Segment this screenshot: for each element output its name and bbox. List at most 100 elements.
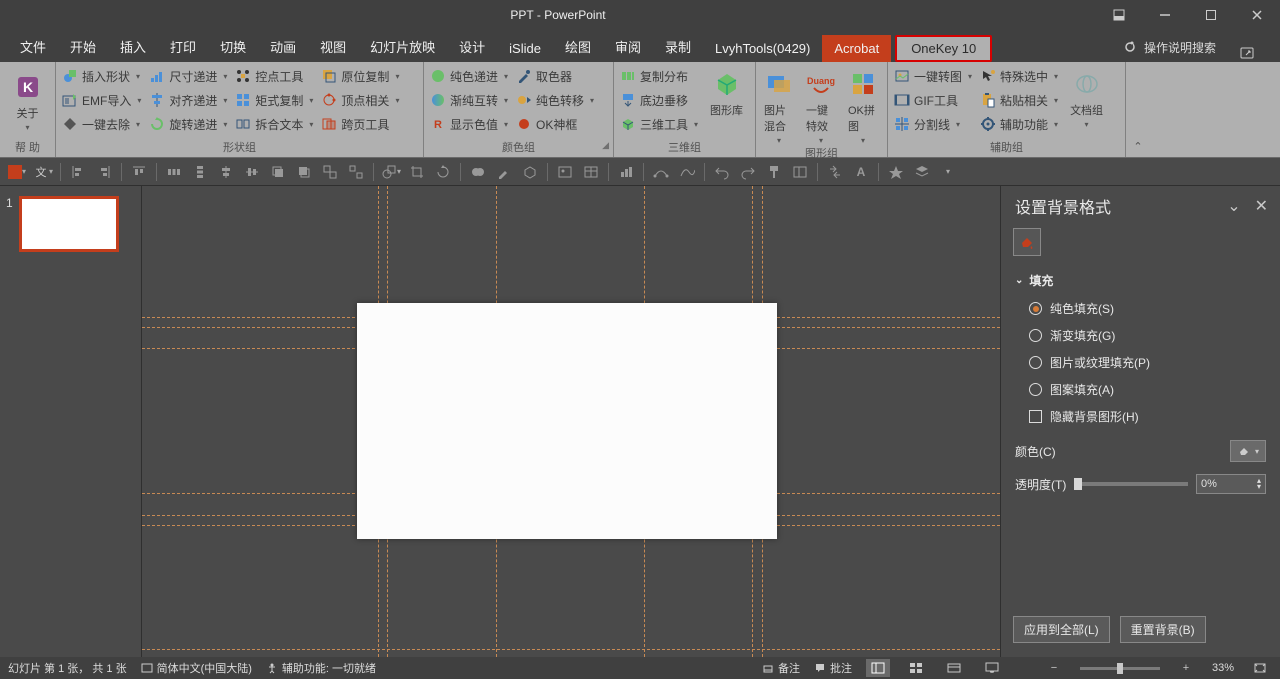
one-key-image-button[interactable]: 一键转图▾ — [892, 65, 976, 87]
slideshow-view-button[interactable] — [980, 659, 1004, 677]
qat-table-icon[interactable] — [580, 161, 602, 183]
share-button[interactable] — [1226, 46, 1272, 62]
rotate-progress-button[interactable]: 旋转递进▾ — [147, 113, 231, 135]
qat-ungroup[interactable] — [345, 161, 367, 183]
divider-button[interactable]: 分割线▾ — [892, 113, 976, 135]
tab-onekey10[interactable]: OneKey 10 — [895, 35, 992, 62]
sorter-view-button[interactable] — [904, 659, 928, 677]
tell-me-search[interactable]: 操作说明搜索 — [1114, 33, 1226, 62]
color-transfer-button[interactable]: 纯色转移▾ — [514, 89, 598, 111]
reset-background-button[interactable]: 重置背景(B) — [1120, 616, 1206, 643]
zoom-out-button[interactable]: − — [1042, 659, 1066, 677]
gradient-swap-button[interactable]: 渐纯互转▾ — [428, 89, 512, 111]
qat-bring-front[interactable] — [267, 161, 289, 183]
aux-functions-button[interactable]: 辅助功能▾ — [978, 113, 1062, 135]
qat-redo-icon[interactable] — [737, 161, 759, 183]
shape-library-button[interactable]: 图形库 — [704, 65, 749, 118]
normal-view-button[interactable] — [866, 659, 890, 677]
eyedropper-button[interactable]: 取色器 — [514, 65, 598, 87]
split-text-button[interactable]: 拆合文本▾ — [233, 113, 317, 135]
tab-lvyhtools[interactable]: LvyhTools(0429) — [703, 35, 822, 62]
radio-pattern-fill[interactable]: 图案填充(A) — [1015, 376, 1266, 403]
tab-animations[interactable]: 动画 — [258, 31, 308, 62]
qat-edit-points-icon[interactable] — [650, 161, 672, 183]
pane-close-icon[interactable]: ✕ — [1255, 196, 1268, 216]
collapse-ribbon-button[interactable]: ⌃ — [1126, 62, 1150, 157]
control-point-button[interactable]: 控点工具 — [233, 65, 317, 87]
ok-puzzle-button[interactable]: OK拼图▾ — [842, 65, 884, 145]
tab-home[interactable]: 开始 — [58, 31, 108, 62]
one-key-fx-button[interactable]: Duang 一键特效▾ — [800, 65, 842, 145]
qat-more-icon[interactable]: ▾ — [937, 161, 959, 183]
tab-record[interactable]: 录制 — [653, 31, 703, 62]
reading-view-button[interactable] — [942, 659, 966, 677]
fill-category-icon[interactable] — [1013, 228, 1041, 256]
qat-send-back[interactable] — [293, 161, 315, 183]
about-button[interactable]: K 关于▾ — [6, 68, 50, 132]
size-progress-button[interactable]: 尺寸递进▾ — [147, 65, 231, 87]
zoom-level[interactable]: 33% — [1212, 662, 1234, 674]
ribbon-display-options-icon[interactable] — [1096, 0, 1142, 30]
solid-progress-button[interactable]: 纯色递进▾ — [428, 65, 512, 87]
zoom-in-button[interactable]: + — [1174, 659, 1198, 677]
current-slide[interactable] — [357, 303, 777, 539]
transparency-input[interactable]: 0%▴▾ — [1196, 474, 1266, 494]
radio-picture-fill[interactable]: 图片或纹理填充(P) — [1015, 349, 1266, 376]
qat-layers-icon[interactable] — [911, 161, 933, 183]
maximize-button[interactable] — [1188, 0, 1234, 30]
ok-frame-button[interactable]: OK神框 — [514, 113, 598, 135]
pane-options-icon[interactable]: ⌄ — [1227, 196, 1240, 216]
status-accessibility[interactable]: 辅助功能: 一切就绪 — [266, 660, 376, 676]
doc-group-button[interactable]: 文档组▾ — [1064, 65, 1109, 129]
tab-insert[interactable]: 插入 — [108, 31, 158, 62]
qat-distribute-v[interactable] — [189, 161, 211, 183]
fill-section-header[interactable]: ⌄填充 — [1015, 266, 1266, 295]
qat-fill-color[interactable]: ▾ — [6, 161, 28, 183]
special-select-button[interactable]: 特殊选中▾ — [978, 65, 1062, 87]
qat-shapes-icon[interactable]: ▾ — [380, 161, 402, 183]
notes-button[interactable]: 备注 — [762, 660, 800, 676]
qat-selection-pane-icon[interactable] — [789, 161, 811, 183]
show-color-value-button[interactable]: R显示色值▾ — [428, 113, 512, 135]
close-button[interactable] — [1234, 0, 1280, 30]
color-group-launcher[interactable]: ◢ — [602, 140, 609, 151]
qat-combine-icon[interactable] — [467, 161, 489, 183]
zoom-slider[interactable] — [1080, 667, 1160, 670]
transparency-slider[interactable] — [1074, 482, 1188, 486]
copy-distribute-button[interactable]: 复制分布 — [618, 65, 702, 87]
minimize-button[interactable] — [1142, 0, 1188, 30]
paste-related-button[interactable]: 粘贴相关▾ — [978, 89, 1062, 111]
qat-undo-icon[interactable] — [711, 161, 733, 183]
tab-file[interactable]: 文件 — [8, 31, 58, 62]
thumbnail-slide-1[interactable] — [19, 196, 119, 252]
matrix-copy-button[interactable]: 矩式复制▾ — [233, 89, 317, 111]
qat-text-icon[interactable]: 文▾ — [32, 161, 54, 183]
tab-print[interactable]: 打印 — [158, 31, 208, 62]
qat-crop-icon[interactable] — [406, 161, 428, 183]
fill-color-picker[interactable]: ▾ — [1230, 440, 1266, 462]
qat-format-painter-icon[interactable] — [763, 161, 785, 183]
align-progress-button[interactable]: 对齐递进▾ — [147, 89, 231, 111]
tab-islide[interactable]: iSlide — [497, 35, 553, 62]
qat-align-right[interactable] — [93, 161, 115, 183]
qat-image-icon[interactable] — [554, 161, 576, 183]
tab-view[interactable]: 视图 — [308, 31, 358, 62]
qat-font-icon[interactable]: A — [850, 161, 872, 183]
insert-shape-button[interactable]: 插入形状▾ — [60, 65, 145, 87]
qat-chart-icon[interactable] — [615, 161, 637, 183]
qat-align-left[interactable] — [67, 161, 89, 183]
tab-draw[interactable]: 绘图 — [553, 31, 603, 62]
comments-button[interactable]: 批注 — [814, 660, 852, 676]
one-key-remove-button[interactable]: 一键去除▾ — [60, 113, 145, 135]
tab-acrobat[interactable]: Acrobat — [822, 35, 891, 62]
cross-page-button[interactable]: 跨页工具 — [319, 113, 403, 135]
qat-eyedropper-icon[interactable] — [493, 161, 515, 183]
tab-review[interactable]: 审阅 — [603, 31, 653, 62]
gif-tool-button[interactable]: GIF工具 — [892, 89, 976, 111]
radio-solid-fill[interactable]: 纯色填充(S) — [1015, 295, 1266, 322]
slide-canvas[interactable] — [142, 186, 1000, 657]
inplace-copy-button[interactable]: 原位复制▾ — [319, 65, 403, 87]
qat-replace-icon[interactable] — [824, 161, 846, 183]
qat-align-center-v[interactable] — [241, 161, 263, 183]
image-blend-button[interactable]: 图片混合▾ — [758, 65, 800, 145]
